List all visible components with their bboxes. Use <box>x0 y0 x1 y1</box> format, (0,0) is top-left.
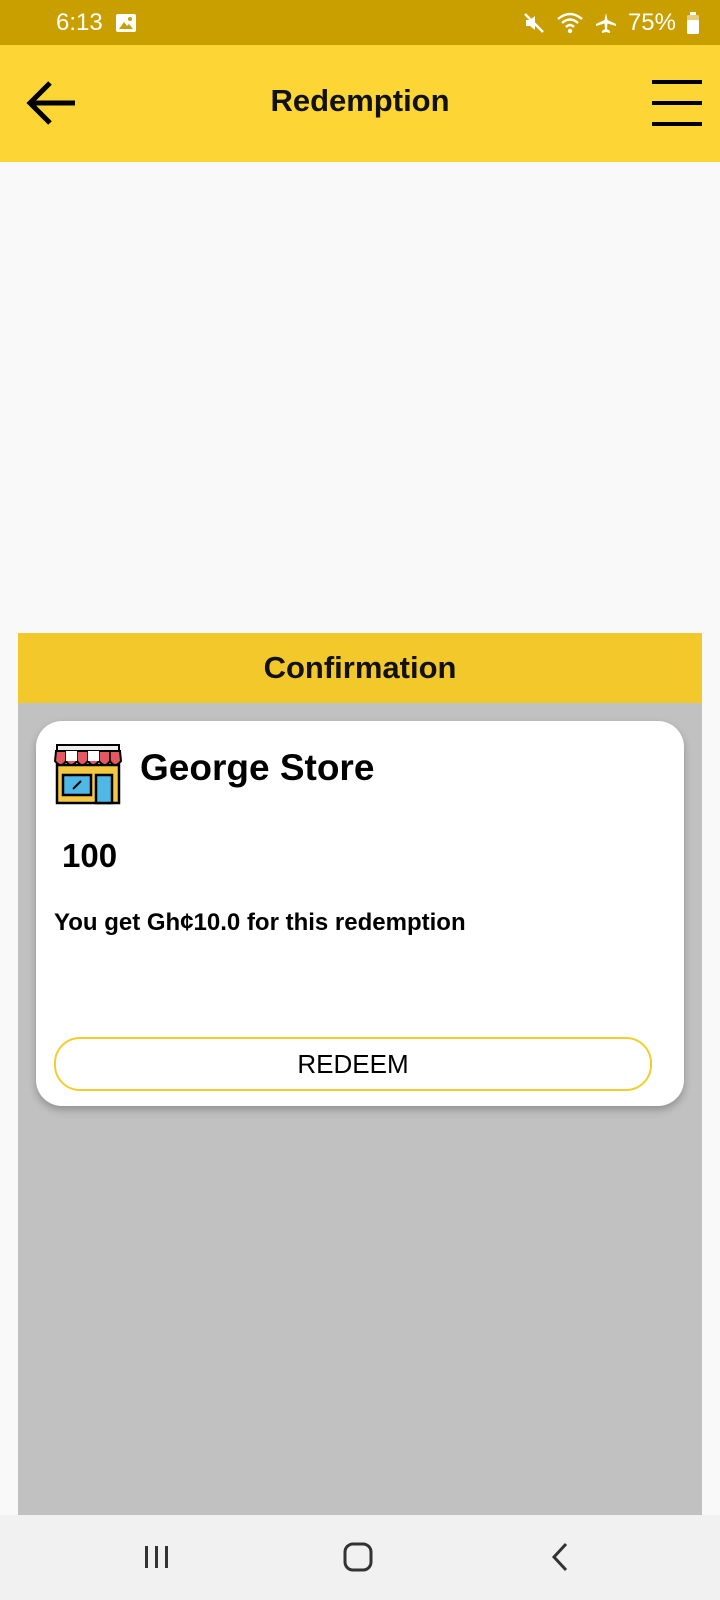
status-bar: 6:13 75% <box>0 0 720 45</box>
home-icon <box>343 1542 373 1572</box>
menu-button[interactable] <box>646 73 708 133</box>
system-back-button[interactable] <box>530 1535 590 1579</box>
redemption-message: You get Gh¢10.0 for this redemption <box>54 909 466 936</box>
battery-percent: 75% <box>627 8 676 36</box>
points-value: 100 <box>62 837 118 874</box>
storefront-icon <box>53 743 123 807</box>
back-icon <box>551 1542 568 1572</box>
redeem-button[interactable]: REDEEM <box>54 1037 652 1091</box>
battery-icon <box>686 11 700 35</box>
redemption-card: George Store 100 You get Gh¢10.0 for thi… <box>36 721 684 1106</box>
store-name: George Store <box>140 747 375 788</box>
wifi-icon <box>556 11 584 35</box>
app-bar: Redemption <box>0 45 720 162</box>
home-button[interactable] <box>328 1535 388 1579</box>
dialog-title: Confirmation <box>18 633 702 703</box>
recent-apps-icon <box>145 1546 168 1568</box>
status-left: 6:13 <box>56 9 137 37</box>
mute-icon <box>522 11 546 35</box>
image-icon <box>115 13 137 33</box>
page-title: Redemption <box>270 83 450 118</box>
hamburger-menu-icon <box>652 80 702 126</box>
status-right: 75% <box>522 9 700 37</box>
airplane-mode-icon <box>594 11 618 35</box>
navigation-bar <box>0 1515 720 1600</box>
recent-apps-button[interactable] <box>127 1535 187 1579</box>
status-time: 6:13 <box>56 8 103 36</box>
confirmation-dialog: Confirmation George Store 100 You get Gh… <box>18 633 702 1515</box>
